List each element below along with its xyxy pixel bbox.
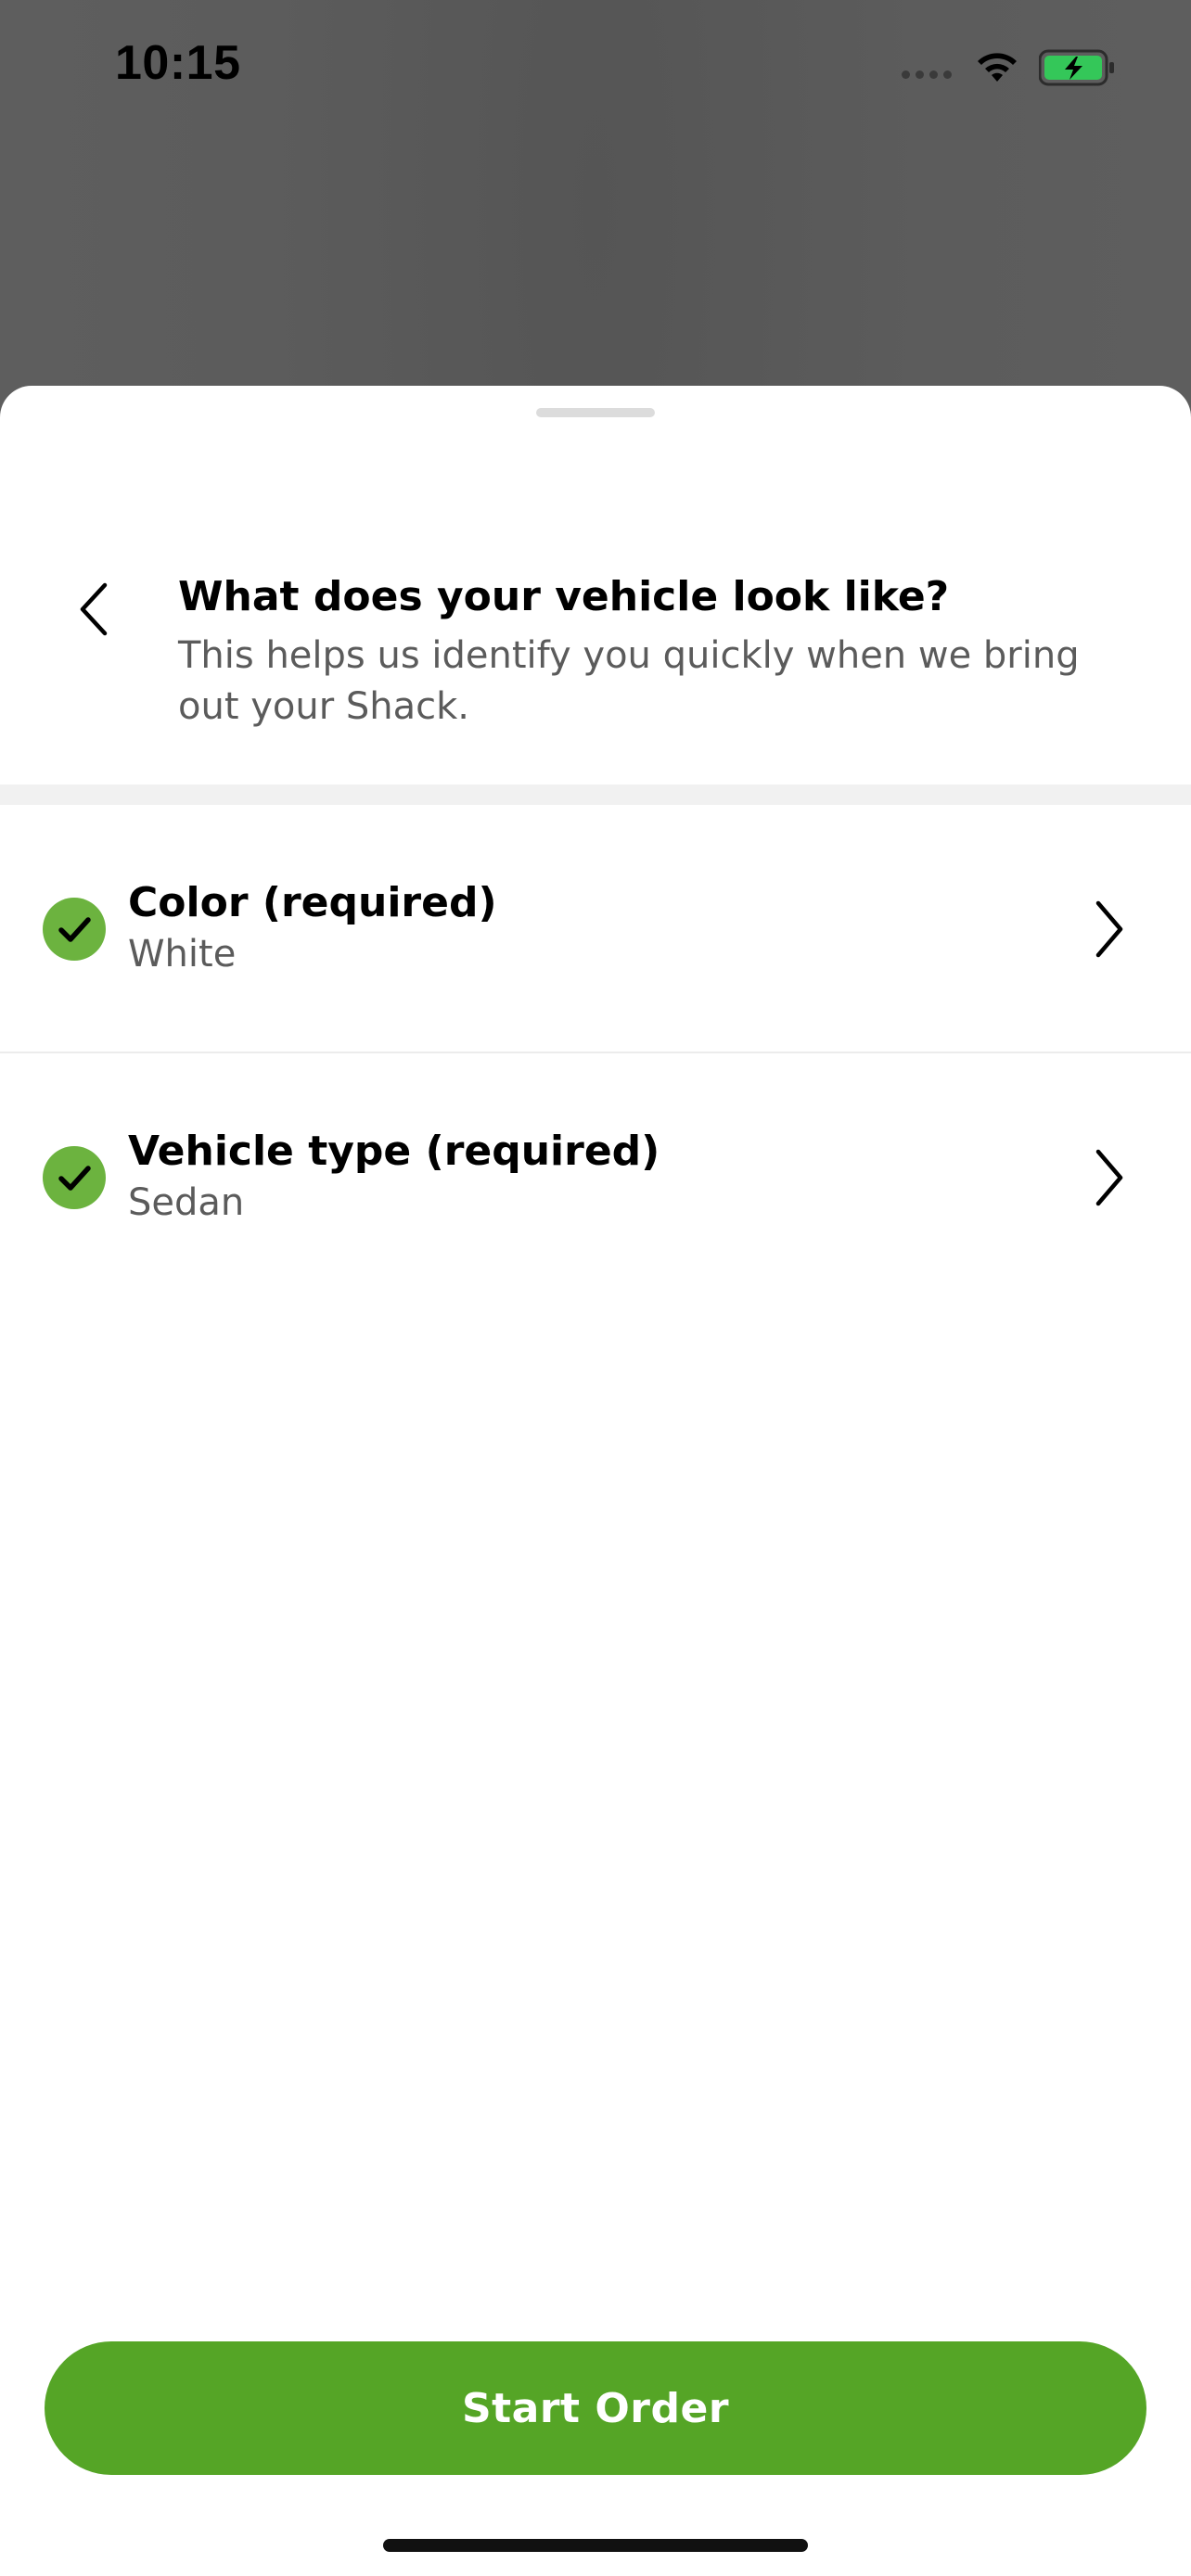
chevron-right-icon <box>1095 900 1123 958</box>
check-circle-icon <box>43 1146 106 1209</box>
start-order-button[interactable]: Start Order <box>45 2341 1146 2475</box>
color-option-row[interactable]: Color (required) White <box>0 805 1191 1052</box>
page-title: What does your vehicle look like? <box>178 573 950 620</box>
color-option-value: White <box>128 933 237 976</box>
check-circle-icon <box>43 898 106 961</box>
vehicle-type-option-row[interactable]: Vehicle type (required) Sedan <box>0 1053 1191 1300</box>
page-subtitle: This helps us identify you quickly when … <box>178 634 1080 728</box>
cellular-signal-icon <box>902 70 952 79</box>
color-option-label: Color (required) <box>128 879 497 926</box>
vehicle-type-option-value: Sedan <box>128 1181 245 1224</box>
sheet-header: What does your vehicle look like? This h… <box>0 534 1191 781</box>
back-button[interactable] <box>61 567 126 651</box>
home-indicator[interactable] <box>383 2539 808 2552</box>
section-divider <box>0 784 1191 805</box>
chevron-right-icon <box>1095 1149 1123 1206</box>
sheet-grabber[interactable] <box>536 408 655 417</box>
status-time: 10:15 <box>115 36 241 90</box>
battery-charging-icon <box>1039 49 1114 86</box>
vehicle-details-sheet: What does your vehicle look like? This h… <box>0 386 1191 2576</box>
status-bar: 10:15 <box>0 0 1191 139</box>
vehicle-type-option-label: Vehicle type (required) <box>128 1128 660 1175</box>
wifi-icon <box>978 53 1017 82</box>
chevron-left-icon <box>80 582 108 636</box>
